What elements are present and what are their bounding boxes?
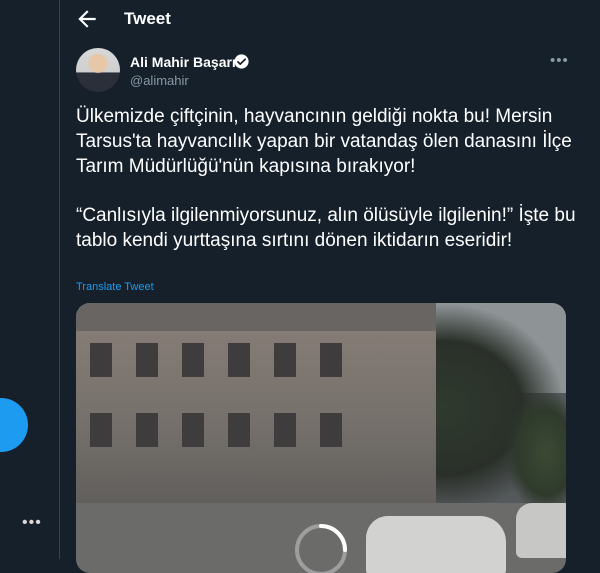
video-frame-window — [274, 343, 296, 377]
page-title: Tweet — [124, 9, 171, 28]
tweet-paragraph: “Canlısıyla ilgilenmiyorsunuz, alın ölüs… — [76, 205, 576, 251]
tweet-column: Tweet Ali Mahir Başarır @alimahir ••• Ül… — [59, 0, 600, 573]
video-frame-building — [76, 303, 436, 523]
tweet-video[interactable] — [76, 303, 566, 573]
video-frame-window — [136, 413, 158, 447]
compose-tweet-button[interactable] — [0, 398, 28, 452]
more-horizontal-icon[interactable]: ••• — [550, 52, 569, 69]
video-frame-window — [320, 413, 342, 447]
video-frame-window — [320, 343, 342, 377]
video-frame-window — [136, 343, 158, 377]
video-frame-window — [228, 413, 250, 447]
video-frame-window — [182, 343, 204, 377]
video-frame-window — [274, 413, 296, 447]
tweet-paragraph: Ülkemizde çiftçinin, hayvancının geldiği… — [76, 106, 572, 177]
video-frame-window — [228, 343, 250, 377]
translate-tweet-link[interactable]: Translate Tweet — [76, 281, 154, 293]
video-frame-car — [516, 503, 566, 558]
author-display-name[interactable]: Ali Mahir Başarır — [130, 54, 241, 70]
author-avatar[interactable] — [76, 48, 120, 92]
video-frame-window — [90, 343, 112, 377]
tweet-text: Ülkemizde çiftçinin, hayvancının geldiği… — [76, 104, 576, 253]
page-header: Tweet — [60, 0, 600, 40]
loading-spinner-icon — [295, 524, 347, 573]
author-handle[interactable]: @alimahir — [130, 73, 189, 88]
video-frame-tree — [506, 393, 566, 513]
video-frame-car — [366, 516, 506, 573]
video-frame-roof — [76, 303, 436, 331]
sidebar-more-button[interactable]: ••• — [22, 515, 42, 531]
video-frame-window — [90, 413, 112, 447]
verified-badge-icon — [234, 54, 249, 69]
back-arrow-icon[interactable] — [74, 6, 100, 32]
video-frame-window — [182, 413, 204, 447]
left-sidebar: ••• — [0, 0, 50, 559]
